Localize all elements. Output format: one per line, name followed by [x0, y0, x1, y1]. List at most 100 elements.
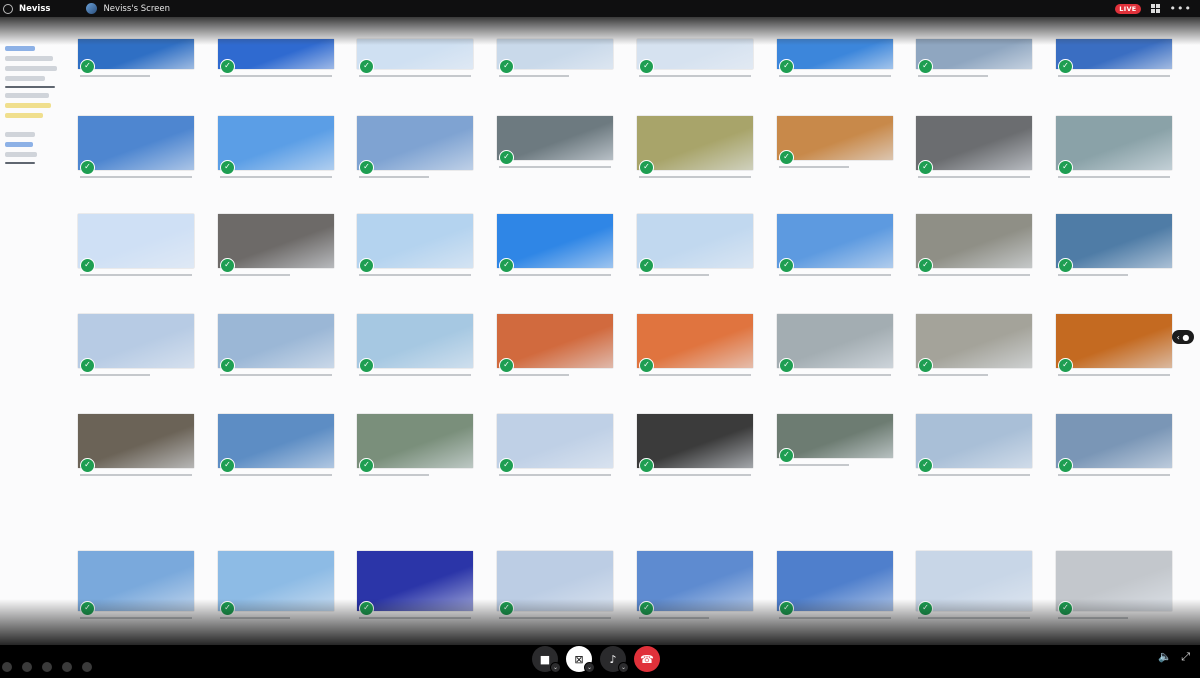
photo-thumbnail[interactable]: ✓	[497, 214, 613, 273]
photo-thumbnail[interactable]: ✓	[916, 116, 1032, 175]
selected-check-icon[interactable]: ✓	[639, 258, 654, 273]
selected-check-icon[interactable]: ✓	[220, 601, 235, 616]
photo-thumbnail[interactable]: ✓	[218, 414, 334, 473]
photo-thumbnail[interactable]: ✓	[916, 214, 1032, 273]
selected-check-icon[interactable]: ✓	[80, 458, 95, 473]
photo-thumbnail[interactable]: ✓	[916, 414, 1032, 473]
selected-check-icon[interactable]: ✓	[779, 258, 794, 273]
selected-check-icon[interactable]: ✓	[80, 601, 95, 616]
photo-thumbnail[interactable]: ✓	[78, 116, 194, 175]
selected-check-icon[interactable]: ✓	[220, 458, 235, 473]
photo-thumbnail[interactable]: ✓	[357, 39, 473, 74]
selected-check-icon[interactable]: ✓	[1058, 258, 1073, 273]
photo-thumbnail[interactable]: ✓	[78, 314, 194, 373]
photo-thumbnail[interactable]: ✓	[637, 214, 753, 273]
photo-thumbnail[interactable]: ✓	[1056, 414, 1172, 473]
photo-thumbnail[interactable]: ✓	[357, 116, 473, 175]
selected-check-icon[interactable]: ✓	[220, 258, 235, 273]
selected-check-icon[interactable]: ✓	[499, 358, 514, 373]
photo-thumbnail[interactable]: ✓	[357, 551, 473, 616]
photo-thumbnail[interactable]: ✓	[357, 214, 473, 273]
selected-check-icon[interactable]: ✓	[359, 59, 374, 74]
photo-thumbnail[interactable]: ✓	[357, 414, 473, 473]
photo-thumbnail[interactable]: ✓	[78, 414, 194, 473]
selected-check-icon[interactable]: ✓	[639, 160, 654, 175]
selected-check-icon[interactable]: ✓	[80, 160, 95, 175]
selected-check-icon[interactable]: ✓	[220, 59, 235, 74]
photo-thumbnail[interactable]: ✓	[777, 39, 893, 74]
selected-check-icon[interactable]: ✓	[918, 358, 933, 373]
selected-check-icon[interactable]: ✓	[80, 358, 95, 373]
photo-thumbnail[interactable]: ✓	[637, 39, 753, 74]
selected-check-icon[interactable]: ✓	[639, 358, 654, 373]
selected-check-icon[interactable]: ✓	[779, 448, 794, 463]
stop-share-button[interactable]: ⊠ ⌄	[566, 646, 595, 673]
selected-check-icon[interactable]: ✓	[779, 358, 794, 373]
selected-check-icon[interactable]: ✓	[499, 258, 514, 273]
photo-thumbnail[interactable]: ✓	[497, 551, 613, 616]
photo-thumbnail[interactable]: ✓	[1056, 314, 1172, 373]
selected-check-icon[interactable]: ✓	[359, 258, 374, 273]
photo-thumbnail[interactable]: ✓	[497, 116, 613, 165]
selected-check-icon[interactable]: ✓	[918, 160, 933, 175]
photo-thumbnail[interactable]: ✓	[218, 314, 334, 373]
photo-thumbnail[interactable]: ✓	[1056, 214, 1172, 273]
selected-check-icon[interactable]: ✓	[1058, 458, 1073, 473]
selected-check-icon[interactable]: ✓	[359, 458, 374, 473]
end-call-button[interactable]: ☎	[634, 646, 660, 672]
photo-thumbnail[interactable]: ✓	[916, 39, 1032, 74]
selected-check-icon[interactable]: ✓	[918, 601, 933, 616]
selected-check-icon[interactable]: ✓	[499, 601, 514, 616]
selected-check-icon[interactable]: ✓	[220, 358, 235, 373]
selected-check-icon[interactable]: ✓	[918, 258, 933, 273]
photo-thumbnail[interactable]: ✓	[218, 551, 334, 616]
camera-button[interactable]: ■ ⌄	[532, 646, 561, 673]
photo-thumbnail[interactable]: ✓	[637, 314, 753, 373]
selected-check-icon[interactable]: ✓	[639, 601, 654, 616]
photo-thumbnail[interactable]: ✓	[637, 551, 753, 616]
photo-thumbnail[interactable]: ✓	[78, 214, 194, 273]
fullscreen-icon[interactable]: ⤢	[1181, 650, 1190, 664]
selected-check-icon[interactable]: ✓	[639, 59, 654, 74]
photo-thumbnail[interactable]: ✓	[916, 314, 1032, 373]
photo-thumbnail[interactable]: ✓	[777, 314, 893, 373]
photo-thumbnail[interactable]: ✓	[777, 414, 893, 463]
photo-thumbnail[interactable]: ✓	[1056, 39, 1172, 74]
photo-thumbnail[interactable]: ✓	[357, 314, 473, 373]
photo-thumbnail[interactable]: ✓	[777, 551, 893, 616]
photo-thumbnail[interactable]: ✓	[218, 214, 334, 273]
photo-thumbnail[interactable]: ✓	[78, 39, 194, 74]
selected-check-icon[interactable]: ✓	[359, 358, 374, 373]
selected-check-icon[interactable]: ✓	[499, 59, 514, 74]
volume-icon[interactable]: 🔈	[1158, 650, 1172, 663]
photo-thumbnail[interactable]: ✓	[497, 39, 613, 74]
selected-check-icon[interactable]: ✓	[779, 150, 794, 165]
photo-thumbnail[interactable]: ✓	[777, 214, 893, 273]
participants-toggle-button[interactable]: ‹ ●	[1172, 330, 1194, 344]
selected-check-icon[interactable]: ✓	[918, 458, 933, 473]
selected-check-icon[interactable]: ✓	[918, 59, 933, 74]
microphone-button[interactable]: ♪ ⌄	[600, 646, 629, 673]
selected-check-icon[interactable]: ✓	[499, 150, 514, 165]
selected-check-icon[interactable]: ✓	[80, 258, 95, 273]
photo-thumbnail[interactable]: ✓	[78, 551, 194, 616]
more-options-icon[interactable]: •••	[1170, 3, 1192, 14]
selected-check-icon[interactable]: ✓	[1058, 59, 1073, 74]
photo-thumbnail[interactable]: ✓	[637, 116, 753, 175]
grid-view-icon[interactable]	[1150, 4, 1160, 13]
selected-check-icon[interactable]: ✓	[1058, 358, 1073, 373]
selected-check-icon[interactable]: ✓	[1058, 160, 1073, 175]
selected-check-icon[interactable]: ✓	[359, 160, 374, 175]
selected-check-icon[interactable]: ✓	[779, 601, 794, 616]
selected-check-icon[interactable]: ✓	[779, 59, 794, 74]
photo-thumbnail[interactable]: ✓	[218, 39, 334, 74]
photo-thumbnail[interactable]: ✓	[916, 551, 1032, 616]
photo-thumbnail[interactable]: ✓	[1056, 551, 1172, 616]
photo-thumbnail[interactable]: ✓	[637, 414, 753, 473]
photo-thumbnail[interactable]: ✓	[497, 414, 613, 473]
selected-check-icon[interactable]: ✓	[80, 59, 95, 74]
photo-thumbnail[interactable]: ✓	[218, 116, 334, 175]
photo-thumbnail[interactable]: ✓	[777, 116, 893, 165]
selected-check-icon[interactable]: ✓	[359, 601, 374, 616]
selected-check-icon[interactable]: ✓	[1058, 601, 1073, 616]
